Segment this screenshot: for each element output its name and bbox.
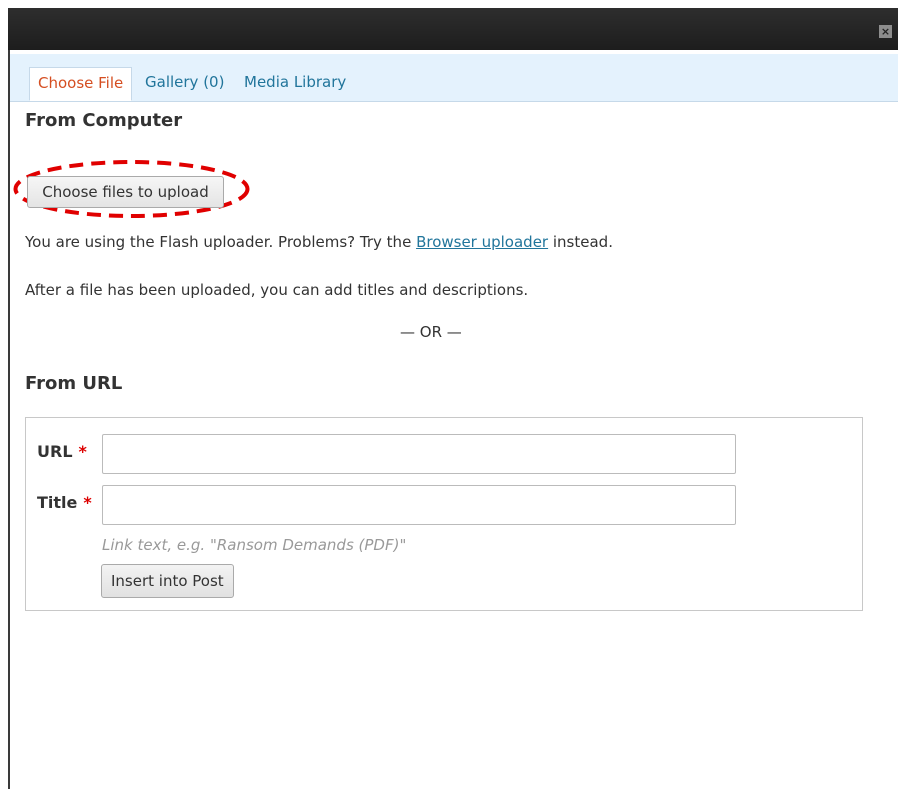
browser-uploader-link[interactable]: Browser uploader	[416, 233, 548, 251]
dialog-titlebar: ×	[8, 8, 898, 50]
media-upload-dialog: × Choose File Gallery (0) Media Library …	[0, 0, 898, 789]
flash-notice-prefix: You are using the Flash uploader. Proble…	[25, 233, 417, 251]
after-upload-note: After a file has been uploaded, you can …	[25, 281, 529, 299]
tab-gallery[interactable]: Gallery (0)	[137, 67, 232, 101]
or-separator: — OR —	[400, 323, 462, 341]
insert-into-post-button[interactable]: Insert into Post	[101, 564, 234, 598]
title-help-text: Link text, e.g. "Ransom Demands (PDF)"	[102, 536, 407, 554]
tab-media-library[interactable]: Media Library	[236, 67, 354, 101]
url-label: URL *	[37, 442, 87, 461]
url-form-panel: URL * Title * Link text, e.g. "Ransom Dema…	[25, 417, 863, 611]
close-icon[interactable]: ×	[879, 25, 892, 38]
tab-choose-file[interactable]: Choose File	[29, 67, 133, 101]
title-required-mark: *	[83, 493, 92, 512]
title-input[interactable]	[102, 485, 736, 525]
flash-notice-suffix: instead.	[548, 233, 613, 251]
choose-files-button[interactable]: Choose files to upload	[27, 176, 224, 208]
flash-uploader-notice: You are using the Flash uploader. Proble…	[25, 233, 613, 251]
from-url-heading: From URL	[25, 373, 123, 394]
url-label-text: URL	[37, 442, 73, 461]
from-computer-section: From Computer	[25, 110, 885, 131]
from-computer-heading: From Computer	[25, 110, 183, 131]
title-label-text: Title	[37, 493, 78, 512]
url-required-mark: *	[78, 442, 87, 461]
dialog-left-border	[8, 50, 10, 789]
media-tabs: Choose File Gallery (0) Media Library	[10, 54, 898, 102]
title-label: Title *	[37, 493, 92, 512]
url-input[interactable]	[102, 434, 736, 474]
from-url-section: From URL	[25, 373, 885, 394]
